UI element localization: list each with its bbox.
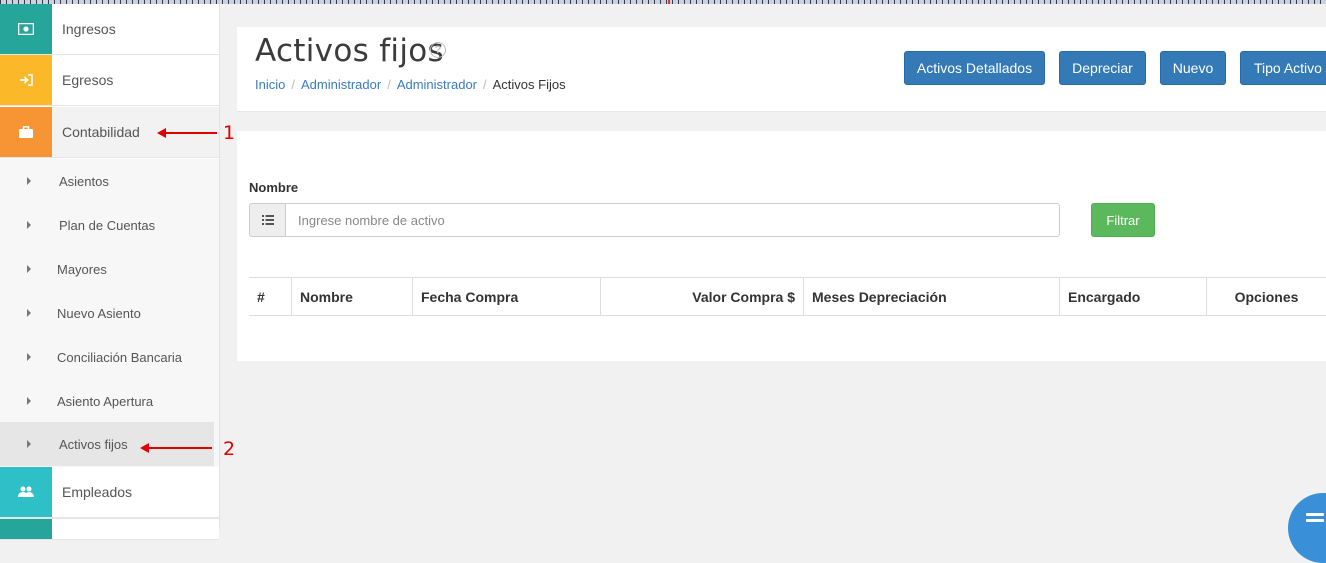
caret-right-icon: [27, 177, 31, 185]
users-icon: [0, 467, 52, 517]
nuevo-button[interactable]: Nuevo: [1160, 51, 1226, 85]
money-icon: [0, 4, 52, 54]
breadcrumb-separator: /: [483, 77, 487, 92]
breadcrumb-link-administrador[interactable]: Administrador: [301, 77, 381, 92]
tipo-activo-button[interactable]: Tipo Activo: [1240, 51, 1326, 85]
column-header-nombre: Nombre: [291, 278, 412, 315]
breadcrumb-current: Activos Fijos: [492, 77, 566, 92]
annotation-arrow-2: [140, 443, 212, 453]
depreciar-button[interactable]: Depreciar: [1059, 51, 1146, 85]
caret-right-icon: [27, 440, 31, 448]
sidebar-item-icon: [0, 519, 52, 539]
help-icon[interactable]: ?: [430, 42, 446, 58]
column-header-encargado: Encargado: [1059, 278, 1206, 315]
column-header-meses-depreciacion: Meses Depreciación: [803, 278, 1059, 315]
sidebar-subitem-activos-fijos[interactable]: Activos fijos: [0, 422, 214, 466]
sidebar-subitem-label: Activos fijos: [59, 436, 128, 452]
column-header-number: #: [257, 288, 265, 305]
caret-right-icon: [27, 265, 31, 273]
sidebar-item-next[interactable]: [0, 518, 219, 540]
breadcrumb-separator: /: [387, 77, 391, 92]
content-panel: Nombre Filtrar # Nombre Fecha Compra Val…: [237, 131, 1326, 361]
annotation-number-1: 1: [223, 122, 236, 144]
activos-detallados-button[interactable]: Activos Detallados: [904, 51, 1045, 85]
sidebar-subitem-label: Nuevo Asiento: [57, 305, 141, 321]
sidebar-subitem-label: Asiento Apertura: [57, 393, 154, 409]
sidebar-subitem-label: Plan de Cuentas: [59, 217, 156, 233]
briefcase-icon: [0, 107, 52, 157]
sidebar-item-label: Empleados: [62, 484, 133, 500]
sidebar-subitem-asiento-apertura[interactable]: Asiento Apertura: [0, 379, 219, 423]
sidebar-item-empleados[interactable]: Empleados: [0, 467, 219, 518]
search-input-group: [249, 203, 1060, 237]
nombre-search-input[interactable]: [286, 203, 1060, 237]
sidebar-item-label: Ingresos: [62, 21, 116, 37]
breadcrumb-link-administrador-2[interactable]: Administrador: [397, 77, 477, 92]
sidebar-subitem-label: Asientos: [59, 173, 109, 189]
column-header-valor-compra: Valor Compra $: [600, 278, 803, 315]
sidebar-subitem-mayores[interactable]: Mayores: [0, 247, 219, 291]
page-header: Activos fijos ? Inicio / Administrador /…: [237, 27, 1326, 112]
sidebar-item-egresos[interactable]: Egresos: [0, 55, 219, 106]
column-header-fecha-compra: Fecha Compra: [412, 278, 600, 315]
breadcrumb-link-inicio[interactable]: Inicio: [255, 77, 285, 92]
column-header-opciones: Opciones: [1206, 278, 1326, 315]
sidebar-item-label: Contabilidad: [62, 124, 140, 140]
nombre-label: Nombre: [249, 180, 299, 195]
caret-right-icon: [27, 309, 31, 317]
sidebar-subitem-asientos[interactable]: Asientos: [0, 159, 219, 203]
caret-right-icon: [27, 221, 31, 229]
annotation-arrow-1: [157, 128, 217, 138]
list-icon: [249, 203, 286, 237]
caret-right-icon: [27, 397, 31, 405]
caret-right-icon: [27, 353, 31, 361]
page-title: Activos fijos: [255, 33, 444, 69]
sidebar-subitem-nuevo-asiento[interactable]: Nuevo Asiento: [0, 291, 219, 335]
chat-icon: [1306, 513, 1324, 525]
sidebar-item-ingresos[interactable]: Ingresos: [0, 4, 219, 55]
filtrar-button[interactable]: Filtrar: [1091, 203, 1155, 237]
ruler-marker: [668, 0, 670, 4]
breadcrumb: Inicio / Administrador / Administrador /…: [255, 77, 566, 92]
annotation-number-2: 2: [223, 438, 236, 460]
sidebar-subitem-conciliacion-bancaria[interactable]: Conciliación Bancaria: [0, 335, 219, 379]
sign-in-icon: [0, 55, 52, 105]
breadcrumb-separator: /: [291, 77, 295, 92]
sidebar-item-label: Egresos: [62, 72, 114, 88]
chat-widget-button[interactable]: [1288, 493, 1326, 563]
sidebar-subitem-plan-de-cuentas[interactable]: Plan de Cuentas: [0, 203, 219, 247]
sidebar: Ingresos Egresos Contabilidad Asientos P…: [0, 4, 220, 540]
table-header: # Nombre Fecha Compra Valor Compra $ Mes…: [249, 277, 1326, 316]
sidebar-subitem-label: Conciliación Bancaria: [57, 349, 183, 365]
sidebar-subitem-label: Mayores: [57, 261, 107, 277]
